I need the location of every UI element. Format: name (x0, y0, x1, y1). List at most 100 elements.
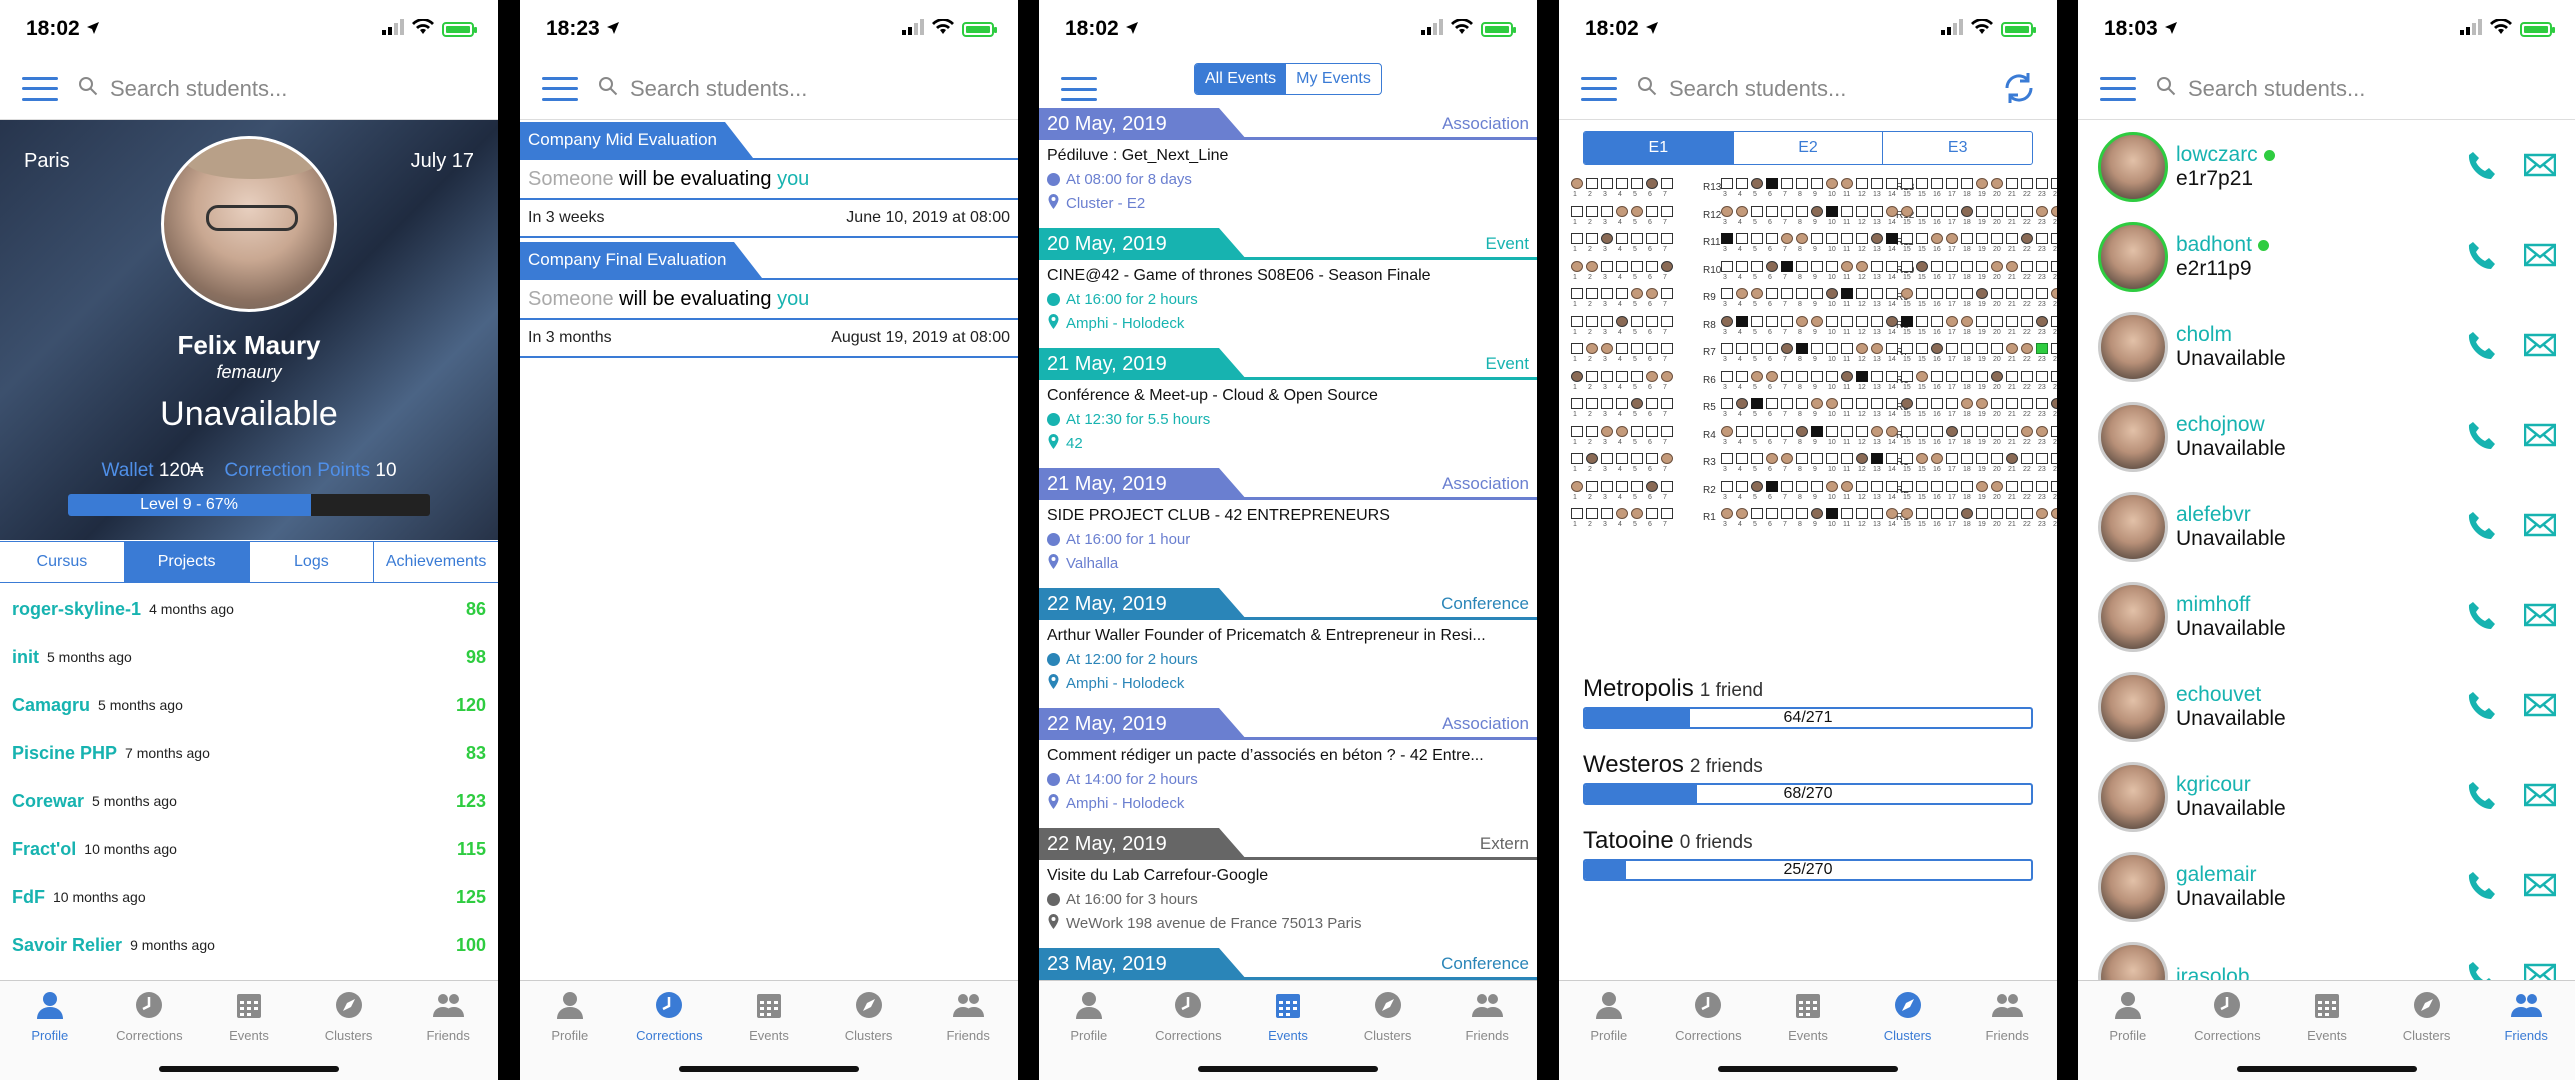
cluster-seat[interactable] (1841, 315, 1853, 327)
cluster-seat[interactable] (1991, 398, 2003, 409)
cluster-seat[interactable] (1931, 233, 1943, 244)
cluster-seat[interactable] (1601, 205, 1613, 217)
tab-profile[interactable]: Profile (1039, 981, 1139, 1080)
cluster-seat[interactable] (1811, 260, 1823, 272)
cluster-seat[interactable] (1631, 398, 1643, 409)
cluster-seat[interactable] (1796, 315, 1808, 327)
cluster-seat[interactable] (1766, 343, 1778, 354)
cluster-seat[interactable] (1961, 315, 1973, 327)
cluster-seat[interactable] (1601, 233, 1613, 244)
cluster-seat[interactable] (1616, 508, 1628, 519)
cluster-seat[interactable] (1811, 343, 1823, 354)
cluster-seat[interactable] (1781, 370, 1793, 382)
friend-row[interactable]: lowczarc e1r7p21 (2078, 122, 2575, 212)
cluster-seat[interactable] (1721, 480, 1733, 492)
cluster-seat[interactable] (2021, 398, 2033, 409)
cluster-seat[interactable] (1946, 343, 1958, 354)
cluster-seat[interactable] (1931, 398, 1943, 409)
cluster-seat[interactable] (1721, 233, 1733, 244)
cluster-seat[interactable] (2036, 508, 2048, 519)
cluster-seat[interactable] (1976, 260, 1988, 272)
cluster-seat[interactable] (1631, 260, 1643, 272)
cluster-seat[interactable] (2006, 453, 2018, 464)
cluster-seat[interactable] (1721, 398, 1733, 409)
cluster-seat[interactable] (1616, 315, 1628, 327)
project-row[interactable]: FdF 10 months ago 125 (0, 873, 498, 921)
cluster-seat[interactable] (1796, 205, 1808, 217)
event-card[interactable]: 22 May, 2019 Conference Arthur Waller Foun… (1039, 588, 1537, 708)
cluster-seat[interactable] (1781, 205, 1793, 217)
cluster-seat[interactable] (1571, 370, 1583, 382)
cluster-seat[interactable] (2021, 233, 2033, 244)
segment-cursus[interactable]: Cursus (0, 542, 125, 582)
cluster-seat[interactable] (1841, 343, 1853, 354)
cluster-seat[interactable] (1976, 233, 1988, 244)
cluster-seat[interactable] (1796, 178, 1808, 189)
cluster-seat[interactable] (1931, 260, 1943, 272)
cluster-seat[interactable] (1586, 370, 1598, 382)
cluster-seat[interactable] (1856, 260, 1868, 272)
cluster-seat[interactable] (1601, 453, 1613, 464)
cluster-seat[interactable] (1826, 453, 1838, 464)
phone-icon[interactable] (2466, 690, 2498, 725)
mail-icon[interactable] (2523, 690, 2557, 725)
cluster-seat[interactable] (1886, 480, 1898, 492)
cluster-seat[interactable] (1886, 508, 1898, 519)
cluster-seat[interactable] (2021, 453, 2033, 464)
cluster-seat[interactable] (1646, 370, 1658, 382)
cluster-seat[interactable] (2006, 398, 2018, 409)
cluster-seat[interactable] (1826, 425, 1838, 437)
cluster-seat[interactable] (1991, 288, 2003, 299)
cluster-seat[interactable] (2036, 480, 2048, 492)
cluster-seat[interactable] (1811, 370, 1823, 382)
mail-icon[interactable] (2523, 510, 2557, 545)
cluster-seat[interactable] (2021, 370, 2033, 382)
cluster-seat[interactable] (1871, 425, 1883, 437)
cluster-seat[interactable] (1901, 260, 1913, 272)
mail-icon[interactable] (2523, 420, 2557, 455)
menu-icon[interactable] (2100, 76, 2136, 101)
cluster-seat[interactable] (1886, 288, 1898, 299)
cluster-seat[interactable] (1781, 315, 1793, 327)
cluster-seat[interactable] (1661, 398, 1673, 409)
cluster-seat[interactable] (1736, 425, 1748, 437)
cluster-seat[interactable] (1616, 260, 1628, 272)
cluster-seat[interactable] (1721, 178, 1733, 189)
search-input[interactable]: Search students... (1637, 76, 1846, 102)
cluster-seat[interactable] (1976, 288, 1988, 299)
menu-icon[interactable] (1061, 77, 1097, 101)
cluster-seat[interactable] (1916, 425, 1928, 437)
cluster-seat[interactable] (1976, 453, 1988, 464)
cluster-seat[interactable] (1856, 233, 1868, 244)
cluster-seat[interactable] (1601, 425, 1613, 437)
cluster-seat[interactable] (1901, 453, 1913, 464)
cluster-seat[interactable] (1736, 480, 1748, 492)
tab-profile[interactable]: Profile (520, 981, 620, 1080)
cluster-seat[interactable] (1841, 178, 1853, 189)
cluster-seat[interactable] (1766, 315, 1778, 327)
cluster-seat[interactable] (1586, 288, 1598, 299)
menu-icon[interactable] (22, 76, 58, 101)
cluster-seat[interactable] (1901, 398, 1913, 409)
cluster-seat[interactable] (2051, 398, 2057, 409)
phone-icon[interactable] (2466, 870, 2498, 905)
cluster-seat[interactable] (1976, 425, 1988, 437)
cluster-seat[interactable] (1571, 453, 1583, 464)
segment-logs[interactable]: Logs (250, 542, 375, 582)
cluster-seat[interactable] (1826, 288, 1838, 299)
cluster-seat[interactable] (2021, 178, 2033, 189)
cluster-seat[interactable] (1616, 480, 1628, 492)
cluster-seat[interactable] (1916, 453, 1928, 464)
cluster-seat[interactable] (1586, 453, 1598, 464)
cluster-seat[interactable] (1766, 398, 1778, 409)
event-card[interactable]: 21 May, 2019 Event Conférence & Meet-up - … (1039, 348, 1537, 468)
cluster-seat[interactable] (1916, 288, 1928, 299)
project-row[interactable]: init 5 months ago 98 (0, 633, 498, 681)
home-indicator[interactable] (1718, 1066, 1898, 1072)
cluster-seat[interactable] (1631, 370, 1643, 382)
cluster-seat[interactable] (1661, 343, 1673, 354)
cluster-seat[interactable] (1871, 453, 1883, 464)
cluster-seat[interactable] (1646, 288, 1658, 299)
search-input[interactable]: Search students... (2156, 76, 2365, 102)
cluster-seat[interactable] (1901, 370, 1913, 382)
